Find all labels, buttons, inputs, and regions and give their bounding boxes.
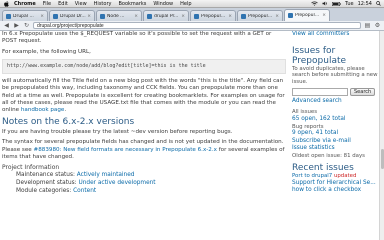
bug-reports-link[interactable]: 9 open, 41 total: [292, 130, 384, 138]
category-content-link[interactable]: Content: [73, 188, 96, 194]
search-button[interactable]: Search: [350, 87, 376, 96]
address-bar[interactable]: drupal.org/project/prepopulate: [33, 22, 361, 29]
drupal-favicon-icon: [100, 13, 105, 19]
menu-file[interactable]: File: [43, 1, 51, 7]
issues-description: To avoid duplicates, please search befor…: [292, 65, 378, 86]
address-url: drupal.org/project/prepopulate: [37, 22, 104, 29]
tab-label: Node ...: [107, 13, 125, 19]
forward-arrow-icon[interactable]: ▶: [13, 22, 20, 29]
menu-status-area: Tue 12:54: [311, 1, 384, 7]
body-paragraph: will automatically fill the Title field …: [2, 78, 286, 114]
notes-text: If you are having trouble please try the…: [2, 128, 233, 135]
issues-heading: Issues for Prepopulate: [292, 45, 347, 66]
drupal-favicon-icon: [241, 13, 246, 19]
menu-history[interactable]: History: [94, 1, 112, 7]
menu-bar: Chrome File Edit View History Bookmarks …: [0, 0, 384, 8]
tab-label: drupal Pr...: [154, 13, 179, 19]
browser-tab-1[interactable]: Drupal ... ×: [2, 10, 48, 21]
web-page: In 6.x Prepopulate uses the $_REQUEST va…: [0, 31, 384, 240]
example-lead-text: For example, the following URL,: [2, 48, 91, 55]
drupal-favicon-icon: [147, 13, 152, 19]
apple-logo-icon[interactable]: [4, 0, 9, 7]
clock-day[interactable]: Tue: [345, 1, 354, 7]
recent-issue-3-link[interactable]: how to click a checkbox: [292, 187, 384, 195]
tab-label: Prepopulat...: [201, 13, 228, 19]
tab-close-icon[interactable]: ×: [275, 14, 279, 19]
page-scrollbar[interactable]: [379, 31, 384, 240]
syntax-paragraph: The syntax for several prepopulate field…: [2, 139, 286, 161]
intro-text: In 6.x Prepopulate uses the $_REQUEST va…: [2, 31, 272, 45]
tab-label: Drupal Dr...: [60, 13, 86, 19]
wifi-icon[interactable]: [311, 1, 318, 6]
battery-icon[interactable]: [332, 1, 341, 6]
menu-app-name[interactable]: Chrome: [14, 1, 36, 7]
page-menu-icon[interactable]: ▤: [364, 22, 371, 29]
tab-close-icon[interactable]: ×: [87, 14, 91, 19]
browser-tab-active[interactable]: Prepopulat... ×: [284, 9, 330, 21]
drupal-favicon-icon: [53, 13, 58, 19]
tab-close-icon[interactable]: ×: [228, 14, 232, 19]
oldest-open-issue: Oldest open issue: 81 days: [292, 152, 365, 159]
clock-time[interactable]: 12:54: [358, 1, 372, 7]
issue-883980-link[interactable]: #883980: New field formats are necessary…: [34, 147, 217, 153]
maintenance-label: Maintenance status:: [16, 172, 75, 179]
updated-badge: updated: [333, 172, 357, 179]
drupal-favicon-icon: [6, 13, 11, 19]
body-end: .: [64, 107, 67, 114]
tab-close-icon[interactable]: ×: [134, 14, 138, 19]
main-content: In 6.x Prepopulate uses the $_REQUEST va…: [0, 31, 286, 240]
all-issues-link[interactable]: 65 open, 162 total: [292, 116, 384, 124]
module-categories-row: Module categories: Content: [2, 187, 286, 195]
sidebar: View all committers Issues for Prepopula…: [288, 31, 384, 240]
tab-strip: Drupal ... × Drupal Dr... × Node ... × drup…: [0, 8, 384, 21]
view-all-committers-link[interactable]: View all committers: [292, 31, 384, 39]
project-info-title: Project Information: [2, 164, 60, 172]
recent-issues-heading: Recent issues: [292, 162, 354, 173]
browser-toolbar: ◀ ▶ ↻ drupal.org/project/prepopulate ▤ ⚙: [0, 21, 384, 31]
tab-label: Drupal ...: [13, 13, 34, 19]
tab-label: Prepopulat...: [248, 13, 275, 19]
menu-bookmarks[interactable]: Bookmarks: [118, 1, 146, 7]
development-status-row: Development status: Under active develop…: [2, 179, 286, 187]
browser-tab-3[interactable]: Node ... ×: [96, 10, 142, 21]
drupal-favicon-icon: [288, 13, 293, 18]
menu-edit[interactable]: Edit: [58, 1, 68, 7]
browser-tab-6[interactable]: Prepopulat... ×: [237, 10, 283, 21]
wrench-icon[interactable]: ⚙: [374, 22, 381, 29]
back-arrow-icon[interactable]: ◀: [3, 22, 10, 29]
spotlight-search-icon[interactable]: [376, 1, 381, 6]
subscribe-email-link[interactable]: Subscribe via e-mail: [292, 138, 384, 146]
notes-heading: Notes on the 6.x-2.x versions: [2, 116, 135, 127]
issue-search-input[interactable]: [292, 87, 348, 96]
browser-tab-5[interactable]: Prepopulat... ×: [190, 10, 236, 21]
recent-issue-1-row: Port to drupal7 updated: [292, 173, 384, 180]
example-url-code: http://www.example.com/node/add/blog?edi…: [2, 58, 286, 75]
browser-tab-4[interactable]: drupal Pr... ×: [143, 10, 189, 21]
menu-window[interactable]: Window: [153, 1, 173, 7]
recent-issue-2-link[interactable]: Support for Hierarchical Se...: [292, 180, 384, 188]
reload-icon[interactable]: ↻: [23, 22, 30, 29]
issue-search-form: Search: [292, 87, 384, 96]
development-label: Development status:: [16, 180, 77, 187]
recent-issue-1-link[interactable]: Port to drupal7: [292, 173, 332, 179]
tab-label: Prepopulat...: [295, 13, 322, 18]
handbook-page-link[interactable]: handbook page: [21, 107, 64, 113]
development-value-link[interactable]: Under active development: [78, 180, 155, 186]
maintenance-status-row: Maintenance status: Actively maintained: [2, 171, 286, 179]
browser-tab-2[interactable]: Drupal Dr... ×: [49, 10, 95, 21]
maintenance-value-link[interactable]: Actively maintained: [77, 172, 135, 178]
drupal-favicon-icon: [194, 13, 199, 19]
bug-reports-label: Bug reports: [292, 123, 324, 130]
volume-icon[interactable]: [322, 1, 328, 6]
advanced-search-link[interactable]: Advanced search: [292, 98, 384, 106]
all-issues-label: All issues: [292, 109, 318, 116]
tab-close-icon[interactable]: ×: [322, 13, 326, 18]
categories-label: Module categories:: [16, 188, 72, 195]
menu-view[interactable]: View: [75, 1, 87, 7]
tab-close-icon[interactable]: ×: [181, 14, 185, 19]
menu-help[interactable]: Help: [180, 1, 191, 7]
issue-statistics-link[interactable]: Issue statistics: [292, 145, 384, 153]
tab-close-icon[interactable]: ×: [40, 14, 44, 19]
